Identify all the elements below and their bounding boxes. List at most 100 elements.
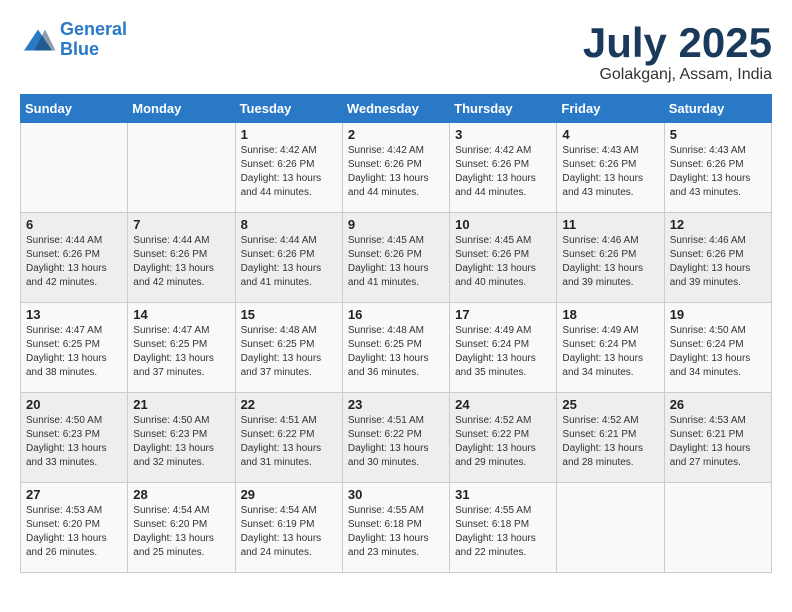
day-number: 15	[241, 307, 337, 322]
day-number: 26	[670, 397, 766, 412]
day-content: Sunrise: 4:47 AM Sunset: 6:25 PM Dayligh…	[26, 324, 122, 380]
calendar-cell: 26Sunrise: 4:53 AM Sunset: 6:21 PM Dayli…	[664, 393, 771, 483]
calendar-cell: 2 Sunrise: 4:42 AM Sunset: 6:26 PM Daylig…	[342, 123, 449, 213]
day-content: Sunrise: 4:49 AM Sunset: 6:24 PM Dayligh…	[562, 324, 658, 380]
day-content: Sunrise: 4:54 AM Sunset: 6:19 PM Dayligh…	[241, 504, 337, 560]
calendar-cell	[21, 123, 128, 213]
day-number: 25	[562, 397, 658, 412]
calendar-cell: 1Sunrise: 4:42 AM Sunset: 6:26 PM Daylig…	[235, 123, 342, 213]
day-content: Sunrise: 4:53 AM Sunset: 6:20 PM Dayligh…	[26, 504, 122, 560]
calendar-cell: 17Sunrise: 4:49 AM Sunset: 6:24 PM Dayli…	[450, 303, 557, 393]
calendar-table: SundayMondayTuesdayWednesdayThursdayFrid…	[20, 94, 772, 573]
calendar-cell: 27 Sunrise: 4:53 AM Sunset: 6:20 PM Dayli…	[21, 483, 128, 573]
day-content: Sunrise: 4:49 AM Sunset: 6:24 PM Dayligh…	[455, 324, 551, 380]
day-content: Sunrise: 4:43 AM Sunset: 6:26 PM Dayligh…	[562, 144, 658, 200]
calendar-cell: 29 Sunrise: 4:54 AM Sunset: 6:19 PM Dayli…	[235, 483, 342, 573]
calendar-week-row: 20 Sunrise: 4:50 AM Sunset: 6:23 PM Dayli…	[21, 393, 772, 483]
day-number: 9	[348, 217, 444, 232]
calendar-body: 1Sunrise: 4:42 AM Sunset: 6:26 PM Daylig…	[21, 123, 772, 573]
day-content: Sunrise: 4:50 AM Sunset: 6:24 PM Dayligh…	[670, 324, 766, 380]
day-content: Sunrise: 4:43 AM Sunset: 6:26 PM Dayligh…	[670, 144, 766, 200]
day-number: 5	[670, 127, 766, 142]
location: Golakganj, Assam, India	[583, 66, 772, 84]
day-content: Sunrise: 4:42 AM Sunset: 6:26 PM Dayligh…	[455, 144, 551, 200]
calendar-cell: 31 Sunrise: 4:55 AM Sunset: 6:18 PM Dayli…	[450, 483, 557, 573]
day-content: Sunrise: 4:47 AM Sunset: 6:25 PM Dayligh…	[133, 324, 229, 380]
calendar-cell: 7 Sunrise: 4:44 AM Sunset: 6:26 PM Daylig…	[128, 213, 235, 303]
day-content: Sunrise: 4:42 AM Sunset: 6:26 PM Dayligh…	[348, 144, 444, 200]
calendar-cell: 24 Sunrise: 4:52 AM Sunset: 6:22 PM Dayli…	[450, 393, 557, 483]
calendar-cell: 8Sunrise: 4:44 AM Sunset: 6:26 PM Daylig…	[235, 213, 342, 303]
day-number: 2	[348, 127, 444, 142]
day-number: 18	[562, 307, 658, 322]
day-number: 23	[348, 397, 444, 412]
calendar-cell: 28Sunrise: 4:54 AM Sunset: 6:20 PM Dayli…	[128, 483, 235, 573]
calendar-week-row: 27 Sunrise: 4:53 AM Sunset: 6:20 PM Dayli…	[21, 483, 772, 573]
calendar-cell	[557, 483, 664, 573]
day-number: 4	[562, 127, 658, 142]
day-number: 13	[26, 307, 122, 322]
calendar-cell: 6Sunrise: 4:44 AM Sunset: 6:26 PM Daylig…	[21, 213, 128, 303]
day-content: Sunrise: 4:48 AM Sunset: 6:25 PM Dayligh…	[348, 324, 444, 380]
calendar-cell: 13 Sunrise: 4:47 AM Sunset: 6:25 PM Dayli…	[21, 303, 128, 393]
calendar-cell	[128, 123, 235, 213]
calendar-cell	[664, 483, 771, 573]
day-content: Sunrise: 4:44 AM Sunset: 6:26 PM Dayligh…	[133, 234, 229, 290]
day-number: 16	[348, 307, 444, 322]
day-number: 20	[26, 397, 122, 412]
day-number: 27	[26, 487, 122, 502]
month-title: July 2025	[583, 20, 772, 66]
calendar-week-row: 13 Sunrise: 4:47 AM Sunset: 6:25 PM Dayli…	[21, 303, 772, 393]
calendar-cell: 23 Sunrise: 4:51 AM Sunset: 6:22 PM Dayli…	[342, 393, 449, 483]
calendar-cell: 21Sunrise: 4:50 AM Sunset: 6:23 PM Dayli…	[128, 393, 235, 483]
calendar-cell: 30 Sunrise: 4:55 AM Sunset: 6:18 PM Dayli…	[342, 483, 449, 573]
day-content: Sunrise: 4:55 AM Sunset: 6:18 PM Dayligh…	[348, 504, 444, 560]
day-content: Sunrise: 4:54 AM Sunset: 6:20 PM Dayligh…	[133, 504, 229, 560]
day-number: 8	[241, 217, 337, 232]
calendar-cell: 4 Sunrise: 4:43 AM Sunset: 6:26 PM Daylig…	[557, 123, 664, 213]
day-number: 12	[670, 217, 766, 232]
day-content: Sunrise: 4:45 AM Sunset: 6:26 PM Dayligh…	[348, 234, 444, 290]
day-content: Sunrise: 4:55 AM Sunset: 6:18 PM Dayligh…	[455, 504, 551, 560]
logo-icon	[20, 26, 56, 54]
day-number: 19	[670, 307, 766, 322]
calendar-cell: 14Sunrise: 4:47 AM Sunset: 6:25 PM Dayli…	[128, 303, 235, 393]
weekday-header: Saturday	[664, 95, 771, 123]
weekday-header: Thursday	[450, 95, 557, 123]
logo: General Blue	[20, 20, 127, 60]
day-number: 24	[455, 397, 551, 412]
calendar-cell: 11Sunrise: 4:46 AM Sunset: 6:26 PM Dayli…	[557, 213, 664, 303]
calendar-cell: 10Sunrise: 4:45 AM Sunset: 6:26 PM Dayli…	[450, 213, 557, 303]
day-number: 29	[241, 487, 337, 502]
day-content: Sunrise: 4:51 AM Sunset: 6:22 PM Dayligh…	[241, 414, 337, 470]
calendar-cell: 15 Sunrise: 4:48 AM Sunset: 6:25 PM Dayli…	[235, 303, 342, 393]
title-block: July 2025 Golakganj, Assam, India	[583, 20, 772, 84]
day-number: 10	[455, 217, 551, 232]
calendar-cell: 18 Sunrise: 4:49 AM Sunset: 6:24 PM Dayli…	[557, 303, 664, 393]
day-number: 31	[455, 487, 551, 502]
day-content: Sunrise: 4:52 AM Sunset: 6:22 PM Dayligh…	[455, 414, 551, 470]
calendar-cell: 19 Sunrise: 4:50 AM Sunset: 6:24 PM Dayli…	[664, 303, 771, 393]
day-content: Sunrise: 4:42 AM Sunset: 6:26 PM Dayligh…	[241, 144, 337, 200]
day-number: 30	[348, 487, 444, 502]
page-header: General Blue July 2025 Golakganj, Assam,…	[20, 20, 772, 84]
day-content: Sunrise: 4:50 AM Sunset: 6:23 PM Dayligh…	[133, 414, 229, 470]
logo-text: General Blue	[60, 20, 127, 60]
day-content: Sunrise: 4:51 AM Sunset: 6:22 PM Dayligh…	[348, 414, 444, 470]
logo-general: General	[60, 19, 127, 39]
day-content: Sunrise: 4:52 AM Sunset: 6:21 PM Dayligh…	[562, 414, 658, 470]
day-number: 3	[455, 127, 551, 142]
day-number: 7	[133, 217, 229, 232]
calendar-header: SundayMondayTuesdayWednesdayThursdayFrid…	[21, 95, 772, 123]
day-number: 11	[562, 217, 658, 232]
calendar-week-row: 1Sunrise: 4:42 AM Sunset: 6:26 PM Daylig…	[21, 123, 772, 213]
calendar-cell: 5 Sunrise: 4:43 AM Sunset: 6:26 PM Daylig…	[664, 123, 771, 213]
logo-blue: Blue	[60, 39, 99, 59]
day-content: Sunrise: 4:46 AM Sunset: 6:26 PM Dayligh…	[670, 234, 766, 290]
day-number: 6	[26, 217, 122, 232]
weekday-row: SundayMondayTuesdayWednesdayThursdayFrid…	[21, 95, 772, 123]
calendar-cell: 9 Sunrise: 4:45 AM Sunset: 6:26 PM Daylig…	[342, 213, 449, 303]
weekday-header: Wednesday	[342, 95, 449, 123]
day-content: Sunrise: 4:48 AM Sunset: 6:25 PM Dayligh…	[241, 324, 337, 380]
calendar-cell: 16 Sunrise: 4:48 AM Sunset: 6:25 PM Dayli…	[342, 303, 449, 393]
